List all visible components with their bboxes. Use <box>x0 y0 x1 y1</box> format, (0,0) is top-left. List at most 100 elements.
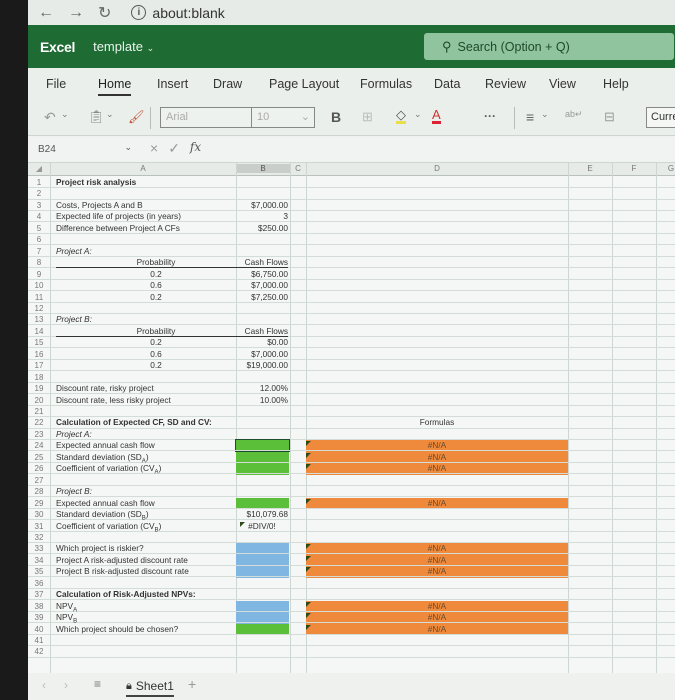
row-header[interactable]: 12 <box>28 303 50 314</box>
tab-view[interactable]: View <box>549 77 576 91</box>
document-name[interactable]: template ⌄ <box>93 39 154 54</box>
align-dropdown-icon[interactable]: ⌄ <box>541 109 549 120</box>
cell-b[interactable]: #DIV/0! <box>236 521 288 532</box>
cell-b[interactable]: $7,000.00 <box>236 280 288 291</box>
url-text[interactable]: about:blank <box>152 5 224 21</box>
cancel-icon[interactable]: × <box>150 140 158 157</box>
row-header[interactable]: 11 <box>28 292 50 303</box>
spreadsheet-grid[interactable]: ◢ A B C D E F G 1 Project risk analysis 2 3… <box>28 163 675 673</box>
cell-d[interactable]: #N/A <box>306 612 568 623</box>
cell-a[interactable]: Expected annual cash flow <box>56 498 155 509</box>
font-size-select[interactable]: 10 ⌄ <box>251 107 315 128</box>
cell-a[interactable]: Expected life of projects (in years) <box>56 211 181 222</box>
row-header[interactable]: 38 <box>28 601 50 612</box>
tab-home[interactable]: Home <box>98 77 132 96</box>
cell-b[interactable]: 12.00% <box>236 383 288 394</box>
row-header[interactable]: 25 <box>28 452 50 463</box>
cell-a[interactable]: Project A: <box>56 429 92 440</box>
cell-d[interactable]: #N/A <box>306 566 568 577</box>
cell-a[interactable]: Discount rate, less risky project <box>56 395 171 406</box>
name-box[interactable]: B24 ⌄ <box>34 141 136 159</box>
row-header[interactable]: 22 <box>28 417 50 428</box>
row-header[interactable]: 2 <box>28 188 50 199</box>
column-header-d[interactable]: D <box>306 164 568 173</box>
forward-icon[interactable]: → <box>68 4 84 22</box>
wrap-text-icon[interactable]: ab↵ <box>565 109 583 120</box>
select-all-icon[interactable]: ◢ <box>28 164 50 173</box>
undo-dropdown-icon[interactable]: ⌄ <box>61 109 69 120</box>
cell-d[interactable]: #N/A <box>306 624 568 635</box>
column-header-e[interactable]: E <box>568 164 612 173</box>
cell-d[interactable]: #N/A <box>306 555 568 566</box>
prev-sheet-icon[interactable]: ‹ <box>42 678 46 692</box>
row-header[interactable]: 33 <box>28 543 50 554</box>
cell-d[interactable]: #N/A <box>306 452 568 463</box>
cell-a[interactable]: Discount rate, risky project <box>56 383 154 394</box>
cell-b[interactable]: $10,079.68 <box>236 509 288 520</box>
tab-help[interactable]: Help <box>603 77 629 91</box>
row-header[interactable]: 41 <box>28 635 50 646</box>
row-header[interactable]: 14 <box>28 326 50 337</box>
row-header[interactable]: 5 <box>28 223 50 234</box>
cell-probability[interactable]: 0.2 <box>126 269 186 280</box>
row-header[interactable]: 9 <box>28 269 50 280</box>
format-painter-icon[interactable]: 🖌︎ <box>128 109 145 125</box>
font-color-icon[interactable]: A <box>432 108 441 124</box>
row-header[interactable]: 20 <box>28 395 50 406</box>
cell-probability[interactable]: 0.2 <box>126 360 186 371</box>
row-header[interactable]: 24 <box>28 440 50 451</box>
fill-color-icon[interactable]: ◇ <box>396 108 406 124</box>
cell-d[interactable]: #N/A <box>306 498 568 509</box>
cell-d[interactable]: #N/A <box>306 463 568 474</box>
row-header[interactable]: 28 <box>28 486 50 497</box>
align-icon[interactable]: ≡ <box>526 109 534 125</box>
cell-a[interactable]: Project A risk-adjusted discount rate <box>56 555 188 566</box>
row-header[interactable]: 39 <box>28 612 50 623</box>
cell-b[interactable]: $7,250.00 <box>236 292 288 303</box>
column-header-f[interactable]: F <box>612 164 656 173</box>
cell-a[interactable]: Expected annual cash flow <box>56 440 155 451</box>
tab-page-layout[interactable]: Page Layout <box>269 77 339 91</box>
info-icon[interactable]: i <box>131 5 147 20</box>
row-header[interactable]: 7 <box>28 246 50 257</box>
row-header[interactable]: 3 <box>28 200 50 211</box>
row-header[interactable]: 36 <box>28 578 50 589</box>
cell-b[interactable]: $6,750.00 <box>236 269 288 280</box>
row-header[interactable]: 19 <box>28 383 50 394</box>
row-header[interactable]: 35 <box>28 566 50 577</box>
cell-a[interactable]: Difference between Project A CFs <box>56 223 180 234</box>
row-header[interactable]: 17 <box>28 360 50 371</box>
cell-probability[interactable]: 0.6 <box>126 280 186 291</box>
reload-icon[interactable]: ↻ <box>98 3 111 23</box>
cell-d[interactable]: #N/A <box>306 601 568 612</box>
cell-b[interactable]: Cash Flows <box>236 257 288 268</box>
row-header[interactable]: 32 <box>28 532 50 543</box>
fill-dropdown-icon[interactable]: ⌄ <box>414 109 422 120</box>
cell-b[interactable]: $0.00 <box>236 337 288 348</box>
row-header[interactable]: 15 <box>28 337 50 348</box>
cell-d[interactable]: #N/A <box>306 543 568 554</box>
column-header-b[interactable]: B <box>236 164 290 173</box>
cell-probability[interactable]: 0.2 <box>126 337 186 348</box>
column-header-c[interactable]: C <box>290 164 306 173</box>
column-header-g[interactable]: G <box>656 164 675 173</box>
cell-a[interactable]: Project A: <box>56 246 92 257</box>
undo-icon[interactable]: ↶ <box>44 109 56 126</box>
app-name[interactable]: Excel <box>40 39 75 55</box>
row-header[interactable]: 1 <box>28 177 50 188</box>
cell-b[interactable]: $250.00 <box>236 223 288 234</box>
number-format-select[interactable]: Currency <box>646 107 675 128</box>
paste-icon[interactable]: 📋︎ <box>88 109 105 125</box>
row-header[interactable]: 42 <box>28 646 50 657</box>
borders-icon[interactable]: ⊞ <box>362 109 373 125</box>
sheet-list-icon[interactable]: ≡ <box>94 677 101 691</box>
cell-a[interactable]: Calculation of Expected CF, SD and CV: <box>56 417 212 428</box>
tab-draw[interactable]: Draw <box>213 77 242 91</box>
tab-formulas[interactable]: Formulas <box>360 77 412 91</box>
row-header[interactable]: 8 <box>28 257 50 268</box>
row-header[interactable]: 29 <box>28 498 50 509</box>
row-header[interactable]: 21 <box>28 406 50 417</box>
cell-a[interactable]: Which project is riskier? <box>56 543 144 554</box>
tab-file[interactable]: File <box>46 77 66 91</box>
cell-b[interactable]: 10.00% <box>236 395 288 406</box>
